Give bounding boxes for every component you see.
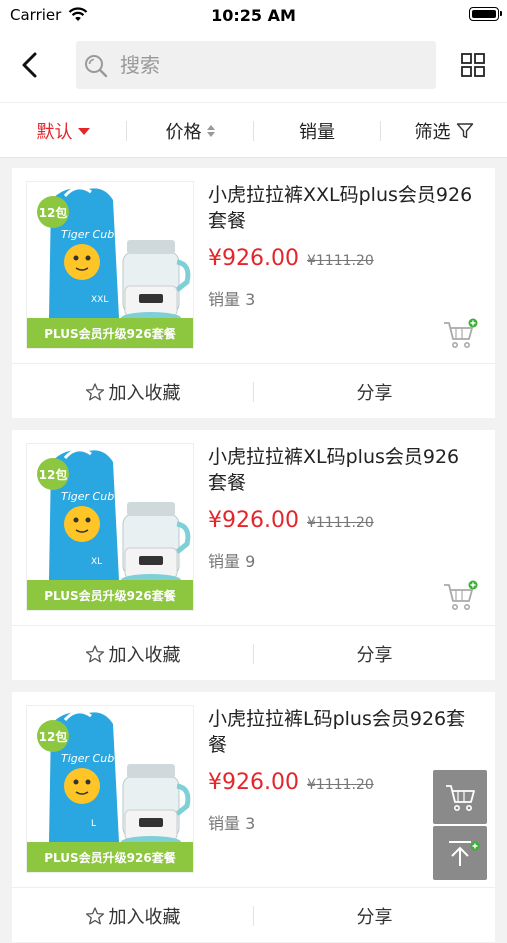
price-row: ¥926.00 ¥1111.20	[208, 770, 374, 800]
add-favorite-label: 加入收藏	[108, 906, 181, 928]
product-price: ¥926.00	[208, 770, 299, 795]
product-sales: 销量 9	[208, 552, 256, 571]
card-actions: 加入收藏 分享	[12, 887, 495, 943]
product-sales: 销量 3	[208, 814, 256, 833]
sort-bar: 默认 价格 销量 筛选	[0, 102, 507, 158]
search-icon	[85, 55, 108, 78]
filter-icon	[456, 123, 473, 139]
cart-plus-icon	[444, 318, 478, 348]
product-image-brand: Tiger Cub	[61, 490, 114, 503]
product-image[interactable]: Tiger Cub XXL 12包 PLUS会员升级926套餐	[26, 181, 194, 349]
product-title[interactable]: 小虎拉拉裤XL码plus会员926套餐	[208, 444, 478, 496]
sort-default-label: 默认	[36, 122, 73, 143]
price-row: ¥926.00 ¥1111.20	[208, 508, 374, 538]
product-image-size: XXL	[91, 295, 108, 305]
product-card[interactable]: Tiger Cub XL 12包 PLUS会员升级926套餐 小虎拉拉裤XL码p…	[12, 430, 495, 680]
product-image-brand: Tiger Cub	[61, 228, 114, 241]
sort-filter[interactable]: 筛选	[381, 103, 507, 159]
share-label: 分享	[356, 906, 393, 928]
chevron-left-icon	[22, 52, 37, 78]
share-button[interactable]: 分享	[254, 626, 495, 681]
add-favorite-button[interactable]: 加入收藏	[12, 364, 253, 419]
back-to-top-button[interactable]	[433, 826, 487, 880]
product-image[interactable]: Tiger Cub XL 12包 PLUS会员升级926套餐	[26, 443, 194, 611]
add-favorite-button[interactable]: 加入收藏	[12, 626, 253, 681]
star-outline-icon	[85, 382, 104, 400]
price-row: ¥926.00 ¥1111.20	[208, 246, 374, 276]
add-favorite-label: 加入收藏	[108, 382, 181, 404]
product-original-price: ¥1111.20	[306, 515, 374, 531]
add-favorite-button[interactable]: 加入收藏	[12, 888, 253, 943]
share-button[interactable]: 分享	[254, 888, 495, 943]
product-image-size: XL	[91, 557, 102, 567]
product-image-banner: PLUS会员升级926套餐	[44, 588, 176, 603]
back-to-top-icon	[449, 841, 480, 866]
product-card[interactable]: Tiger Cub XXL 12包 PLUS会员升级926套餐 小虎拉拉裤XXL…	[12, 168, 495, 418]
card-actions: 加入收藏 分享	[12, 363, 495, 419]
add-to-cart-button[interactable]	[442, 580, 478, 612]
sort-sales[interactable]: 销量	[254, 103, 380, 159]
sort-default[interactable]: 默认	[0, 103, 126, 159]
product-price: ¥926.00	[208, 246, 299, 271]
sort-price-label: 价格	[165, 122, 202, 143]
product-sales: 销量 3	[208, 290, 256, 309]
search-input[interactable]	[120, 41, 420, 89]
cart-plus-icon	[444, 580, 478, 610]
card-actions: 加入收藏 分享	[12, 625, 495, 681]
nav-bar	[0, 30, 507, 102]
star-outline-icon	[85, 906, 104, 924]
product-title[interactable]: 小虎拉拉裤L码plus会员926套餐	[208, 706, 478, 758]
add-favorite-label: 加入收藏	[108, 644, 181, 666]
status-bar: Carrier 10:25 AM	[0, 0, 507, 30]
add-to-cart-button[interactable]	[442, 318, 478, 350]
product-original-price: ¥1111.20	[306, 777, 374, 793]
product-price: ¥926.00	[208, 508, 299, 533]
share-label: 分享	[356, 382, 393, 404]
sort-arrows-icon	[206, 125, 215, 137]
product-image-badge: 12包	[39, 205, 68, 220]
floating-cart-button[interactable]	[433, 770, 487, 824]
product-image-banner: PLUS会员升级926套餐	[44, 850, 176, 865]
status-time: 10:25 AM	[211, 6, 296, 25]
product-image-brand: Tiger Cub	[61, 752, 114, 765]
grid-icon	[461, 53, 485, 77]
cart-icon	[446, 785, 475, 811]
back-button[interactable]	[14, 48, 48, 82]
star-outline-icon	[85, 644, 104, 662]
product-original-price: ¥1111.20	[306, 253, 374, 269]
product-image-banner: PLUS会员升级926套餐	[44, 326, 176, 341]
share-button[interactable]: 分享	[254, 364, 495, 419]
grid-view-button[interactable]	[460, 52, 486, 78]
product-title[interactable]: 小虎拉拉裤XXL码plus会员926套餐	[208, 182, 478, 234]
sort-price[interactable]: 价格	[127, 103, 253, 159]
share-label: 分享	[356, 644, 393, 666]
product-image-badge: 12包	[39, 467, 68, 482]
battery-icon	[469, 7, 502, 21]
caret-down-icon	[77, 127, 90, 135]
sort-filter-label: 筛选	[414, 122, 451, 143]
search-box[interactable]	[76, 41, 436, 89]
product-image-size: L	[91, 819, 96, 829]
product-image[interactable]: Tiger Cub L 12包 PLUS会员升级926套餐	[26, 705, 194, 873]
product-image-badge: 12包	[39, 729, 68, 744]
product-card[interactable]: Tiger Cub L 12包 PLUS会员升级926套餐 小虎拉拉裤L码plu…	[12, 692, 495, 942]
sort-sales-label: 销量	[299, 122, 335, 143]
